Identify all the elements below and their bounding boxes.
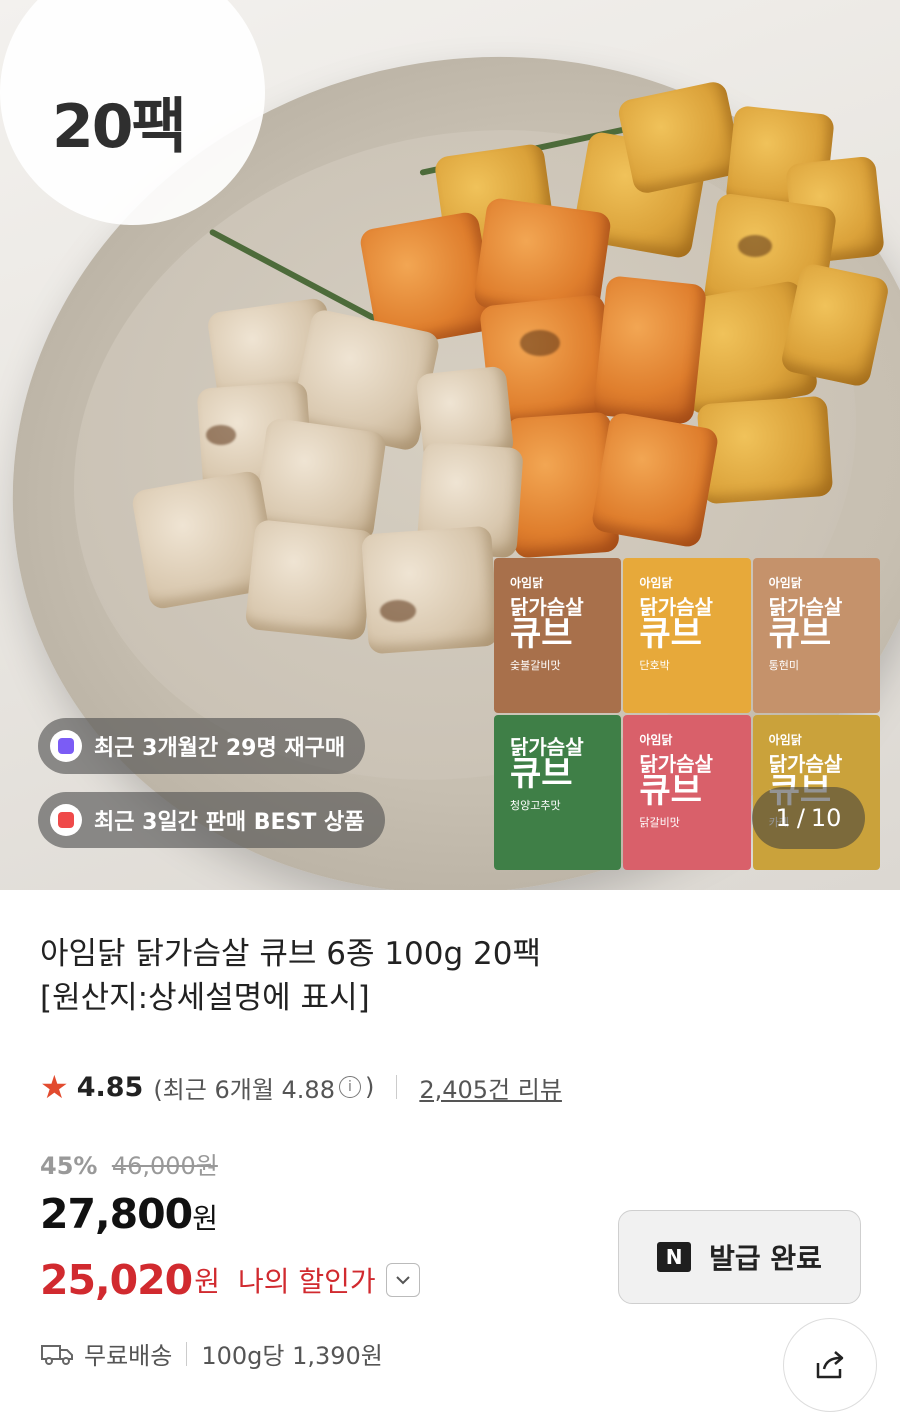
product-title-line1: 아임닭 닭가슴살 큐브 6종 100g 20팩 xyxy=(40,936,542,972)
package-brand: 아임닭 xyxy=(768,576,802,590)
sear-mark xyxy=(206,425,236,445)
chicken-cube xyxy=(590,411,720,549)
recent-rating-text: (최근 6개월 4.88 xyxy=(153,1075,335,1104)
repurchase-pill: 최근 3개월간 29명 재구매 xyxy=(38,718,366,774)
pack-count-text: 20팩 xyxy=(52,92,187,162)
rating-score: 4.85 xyxy=(76,1071,144,1103)
gift-box-icon xyxy=(50,804,82,836)
package-cube: 큐브 xyxy=(510,614,573,654)
counter-total: 10 xyxy=(810,804,842,832)
package-card: 닭가슴살 큐브 청양고추맛 xyxy=(494,715,622,870)
package-card: 아임닭 닭가슴살 큐브 통현미 xyxy=(752,558,880,713)
discount-rate: 45% xyxy=(40,1152,98,1180)
info-icon[interactable]: i xyxy=(338,1076,361,1098)
repurchase-text: 최근 3개월간 29명 재구매 xyxy=(94,736,346,761)
package-cube: 큐브 xyxy=(768,614,832,654)
sale-price: 27,800원 xyxy=(40,1190,218,1238)
share-button[interactable] xyxy=(783,1318,877,1412)
package-card: 아임닭 닭가슴살 큐브 닭갈비맛 xyxy=(623,715,751,870)
recent-rating-close: ) xyxy=(364,1073,375,1101)
sear-mark xyxy=(520,330,560,356)
unit-price-text: 100g당 1,390원 xyxy=(201,1342,383,1370)
shipping-row: 무료배송 100g당 1,390원 xyxy=(40,1336,383,1371)
image-counter: 1 / 10 xyxy=(752,787,865,849)
my-discount-price[interactable]: 25,020 원 나의 할인가 xyxy=(40,1256,420,1304)
package-flavor: 단호박 xyxy=(639,658,670,672)
product-image-carousel[interactable]: 20팩 최근 3개월간 29명 재구매 최근 3일간 판매 BEST 상품 아임… xyxy=(0,0,900,890)
package-brand: 아임닭 xyxy=(768,733,802,747)
star-icon: ★ xyxy=(40,1068,69,1106)
package-brand: 아임닭 xyxy=(639,576,673,590)
divider xyxy=(186,1341,188,1366)
best-seller-pill: 최근 3일간 판매 BEST 상품 xyxy=(38,792,385,848)
sale-price-unit: 원 xyxy=(192,1202,218,1235)
truck-icon xyxy=(41,1344,73,1365)
original-price-row: 45% 46,000원 xyxy=(40,1146,218,1181)
package-brand: 아임닭 xyxy=(510,576,544,590)
package-flavor: 숯불갈비맛 xyxy=(510,658,561,672)
counter-current: 1 xyxy=(775,804,791,832)
package-card: 아임닭 닭가슴살 큐브 숯불갈비맛 xyxy=(494,558,622,713)
package-flavor: 통현미 xyxy=(768,658,800,672)
my-price-value: 25,020 xyxy=(40,1256,193,1304)
chicken-cube xyxy=(360,525,500,655)
divider xyxy=(396,1075,398,1099)
share-icon xyxy=(816,1351,844,1379)
package-cube: 큐브 xyxy=(510,754,573,794)
original-price: 46,000원 xyxy=(111,1152,218,1180)
sear-mark xyxy=(380,600,416,622)
chicken-cube xyxy=(696,395,834,505)
product-title: 아임닭 닭가슴살 큐브 6종 100g 20팩 [원산지:상세설명에 표시] xyxy=(40,932,860,1020)
package-cube: 큐브 xyxy=(639,614,702,654)
naver-n-icon: N xyxy=(657,1242,692,1272)
repurchase-bag-icon xyxy=(50,730,82,762)
my-price-unit: 원 xyxy=(194,1265,220,1298)
sale-price-value: 27,800 xyxy=(40,1190,193,1238)
package-card: 아임닭 닭가슴살 큐브 단호박 xyxy=(623,558,751,713)
coupon-label: 발급 완료 xyxy=(709,1242,822,1275)
package-flavor: 닭갈비맛 xyxy=(639,815,680,829)
product-title-line2: [원산지:상세설명에 표시] xyxy=(40,980,370,1016)
coupon-issued-button[interactable]: N 발급 완료 xyxy=(618,1210,861,1304)
review-count-link[interactable]: 2,405건 리뷰 xyxy=(419,1070,562,1105)
package-flavor: 청양고추맛 xyxy=(510,798,561,812)
free-shipping-text: 무료배송 xyxy=(84,1342,173,1370)
chicken-cube xyxy=(244,519,376,641)
chicken-cube xyxy=(592,275,708,425)
chevron-down-icon[interactable] xyxy=(385,1263,420,1297)
rating-row: ★ 4.85 (최근 6개월 4.88 i ) 2,405건 리뷰 xyxy=(40,1068,562,1106)
counter-separator: / xyxy=(796,804,805,832)
my-price-label: 나의 할인가 xyxy=(237,1265,376,1298)
sear-mark xyxy=(738,235,772,257)
best-seller-text: 최근 3일간 판매 BEST 상품 xyxy=(94,810,365,835)
package-cube: 큐브 xyxy=(639,771,702,811)
package-brand: 아임닭 xyxy=(639,733,673,747)
